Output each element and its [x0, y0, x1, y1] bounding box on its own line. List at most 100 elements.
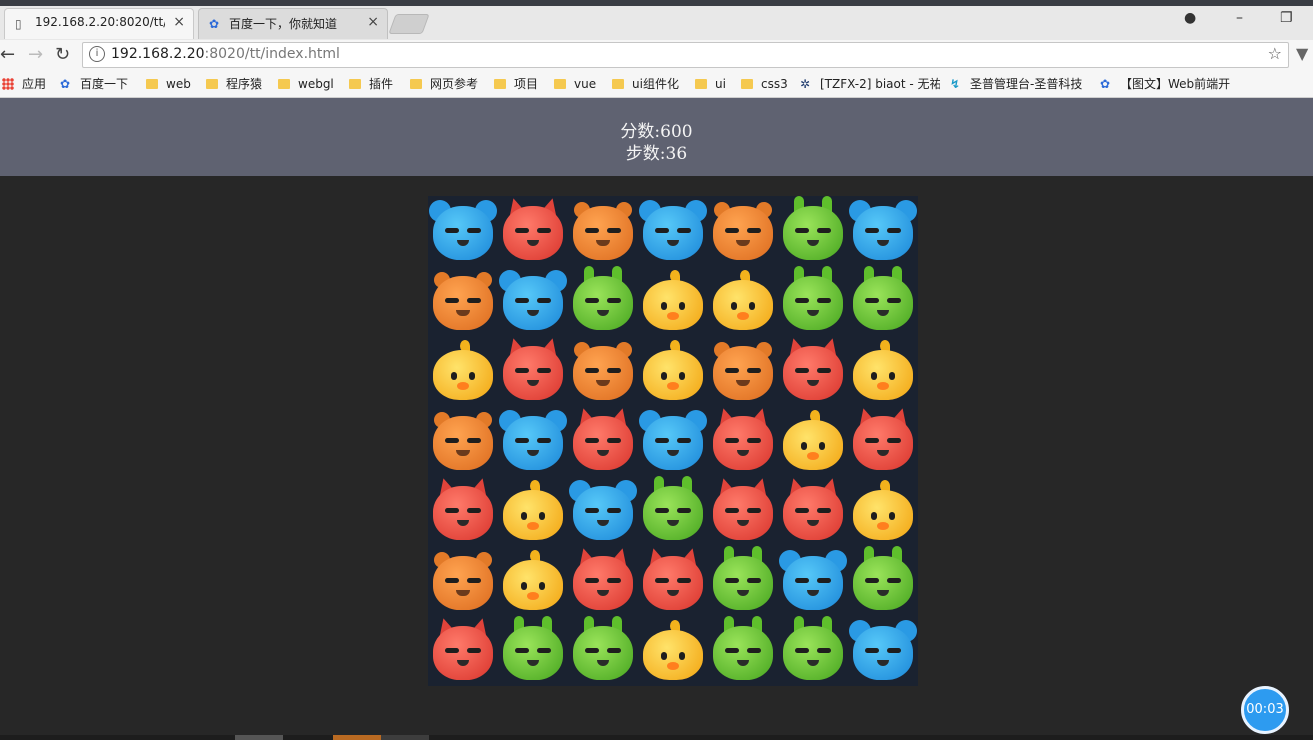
tile-frog[interactable]: [778, 616, 848, 686]
star-icon[interactable]: ☆: [1268, 44, 1282, 63]
tile-fox[interactable]: [848, 405, 918, 476]
tile-fox[interactable]: [428, 475, 498, 546]
bookmark-item[interactable]: ✿ 百度一下: [60, 75, 128, 93]
tile-chick[interactable]: [428, 336, 498, 406]
tile-frog[interactable]: [568, 266, 638, 336]
tile-chick[interactable]: [498, 476, 568, 546]
tile-fox[interactable]: [638, 545, 708, 616]
tab-active[interactable]: ▯ 192.168.2.20:8020/tt/in ×: [4, 8, 194, 39]
tile-frog[interactable]: [708, 616, 778, 686]
tile-frog[interactable]: [778, 196, 848, 266]
steps-label: 步数:36: [625, 144, 688, 164]
tab-title: 百度一下，你就知道: [229, 17, 338, 31]
tile-fox[interactable]: [428, 615, 498, 686]
browser-tab-strip: ▯ 192.168.2.20:8020/tt/in × ✿ 百度一下，你就知道 …: [0, 0, 1313, 40]
tile-mouse[interactable]: [778, 546, 848, 616]
tile-bear[interactable]: [428, 406, 498, 476]
bookmark-item[interactable]: ✲ [TZFX-2] biaot - 无祐: [800, 75, 940, 93]
folder-icon: [741, 79, 753, 89]
game-header: 分数:600 步数:36: [0, 98, 1313, 176]
folder-icon: [410, 79, 422, 89]
menu-chevron-down-icon[interactable]: ▼: [1296, 44, 1308, 63]
tab-baidu[interactable]: ✿ 百度一下，你就知道 ×: [198, 8, 388, 39]
tile-mouse[interactable]: [638, 406, 708, 476]
url-text: 192.168.2.20:8020/tt/index.html: [111, 46, 340, 62]
bookmark-item[interactable]: ui组件化: [612, 75, 679, 93]
tile-mouse[interactable]: [428, 196, 498, 266]
folder-icon: [695, 79, 707, 89]
tile-bear[interactable]: [568, 336, 638, 406]
bookmark-item[interactable]: 插件: [349, 75, 393, 93]
reload-icon[interactable]: ↻: [55, 44, 70, 65]
bookmark-item[interactable]: web: [146, 75, 191, 93]
page-icon: ▯: [15, 17, 22, 31]
folder-icon: [612, 79, 624, 89]
forward-arrow-icon[interactable]: →: [28, 44, 43, 65]
bookmark-item[interactable]: ↯ 圣普管理台-圣普科技: [950, 75, 1082, 93]
tile-fox[interactable]: [498, 335, 568, 406]
taskbar-item[interactable]: [235, 735, 283, 740]
tile-fox[interactable]: [498, 195, 568, 266]
tile-bear[interactable]: [708, 196, 778, 266]
new-tab-button[interactable]: [388, 14, 430, 34]
tile-frog[interactable]: [568, 616, 638, 686]
bookmark-item[interactable]: css3: [741, 75, 788, 93]
bookmark-item[interactable]: 应用: [2, 75, 46, 93]
window-top-edge: [0, 0, 1313, 6]
taskbar-edge: [0, 735, 1313, 740]
bookmark-item[interactable]: 项目: [494, 75, 538, 93]
bookmark-item[interactable]: ui: [695, 75, 726, 93]
timer-badge: 00:03: [1241, 686, 1289, 734]
bookmark-item[interactable]: 程序猿: [206, 75, 262, 93]
tile-chick[interactable]: [848, 476, 918, 546]
tile-fox[interactable]: [708, 475, 778, 546]
tile-chick[interactable]: [638, 616, 708, 686]
tile-bear[interactable]: [708, 336, 778, 406]
taskbar-item[interactable]: [333, 735, 381, 740]
tile-mouse[interactable]: [498, 406, 568, 476]
tile-fox[interactable]: [708, 405, 778, 476]
tile-frog[interactable]: [638, 476, 708, 546]
tile-frog[interactable]: [848, 546, 918, 616]
close-icon[interactable]: ×: [367, 14, 379, 30]
baidu-paw-icon: ✿: [209, 17, 220, 31]
baidu-paw-icon: ✿: [1100, 77, 1111, 91]
tile-frog[interactable]: [848, 266, 918, 336]
tile-fox[interactable]: [568, 545, 638, 616]
bookmark-item[interactable]: 网页参考: [410, 75, 478, 93]
tile-chick[interactable]: [848, 336, 918, 406]
tile-fox[interactable]: [778, 475, 848, 546]
tile-bear[interactable]: [428, 546, 498, 616]
address-bar[interactable]: i 192.168.2.20:8020/tt/index.html ☆: [82, 42, 1289, 68]
tile-mouse[interactable]: [498, 266, 568, 336]
profile-icon[interactable]: ●: [1184, 10, 1196, 26]
minimize-icon[interactable]: –: [1236, 10, 1243, 26]
tile-chick[interactable]: [778, 406, 848, 476]
tile-frog[interactable]: [778, 266, 848, 336]
tile-mouse[interactable]: [848, 196, 918, 266]
tile-fox[interactable]: [568, 405, 638, 476]
tile-chick[interactable]: [708, 266, 778, 336]
tile-mouse[interactable]: [848, 616, 918, 686]
info-icon[interactable]: i: [89, 46, 105, 62]
apps-icon: [2, 78, 14, 90]
tile-frog[interactable]: [498, 616, 568, 686]
tile-bear[interactable]: [568, 196, 638, 266]
tile-bear[interactable]: [428, 266, 498, 336]
back-arrow-icon[interactable]: ←: [0, 44, 15, 65]
restore-icon[interactable]: ❐: [1280, 10, 1293, 26]
ring-icon: ↯: [950, 77, 961, 91]
folder-icon: [554, 79, 566, 89]
tile-chick[interactable]: [638, 336, 708, 406]
tile-mouse[interactable]: [568, 476, 638, 546]
tile-chick[interactable]: [498, 546, 568, 616]
tile-chick[interactable]: [638, 266, 708, 336]
tile-fox[interactable]: [778, 335, 848, 406]
bookmark-item[interactable]: vue: [554, 75, 596, 93]
close-icon[interactable]: ×: [173, 14, 185, 30]
tile-frog[interactable]: [708, 546, 778, 616]
bookmark-item[interactable]: webgl: [278, 75, 334, 93]
taskbar-item[interactable]: [381, 735, 429, 740]
bookmark-item[interactable]: ✿ 【图文】Web前端开: [1100, 75, 1235, 93]
tile-mouse[interactable]: [638, 196, 708, 266]
